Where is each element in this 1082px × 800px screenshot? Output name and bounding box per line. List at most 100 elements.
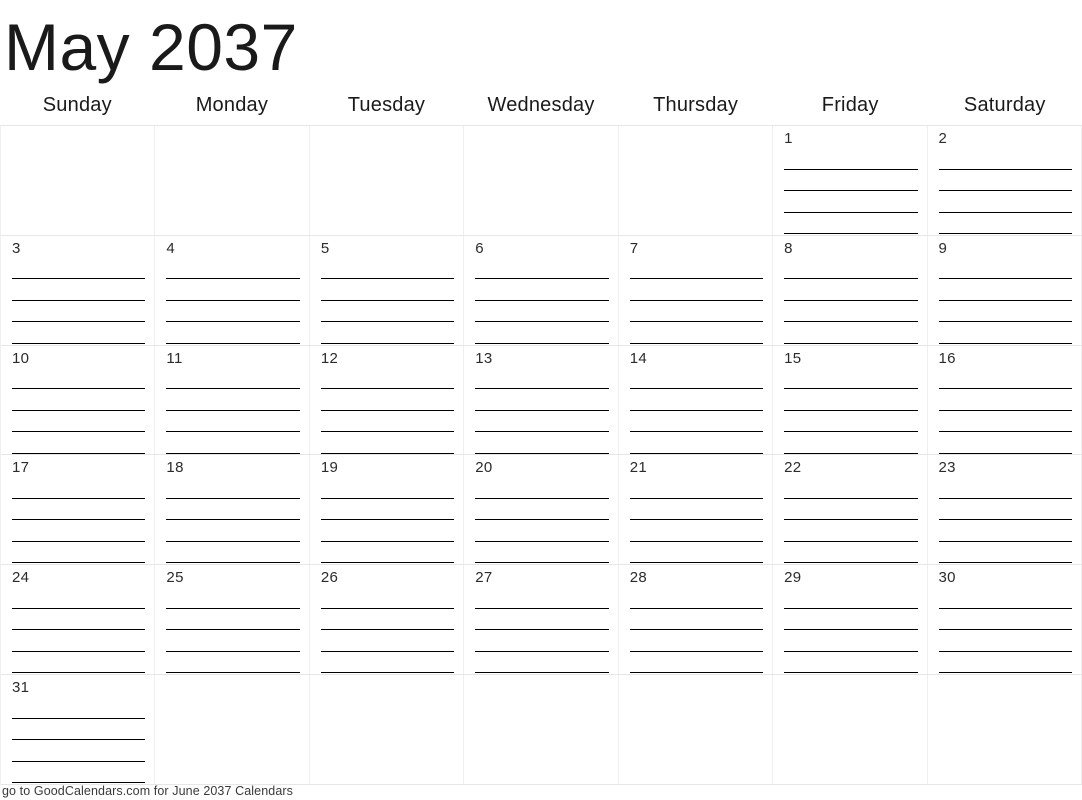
note-line[interactable] [784, 191, 918, 213]
note-line[interactable] [784, 258, 918, 280]
note-line[interactable] [166, 389, 300, 411]
day-cell[interactable]: 7 [618, 235, 774, 345]
day-cell[interactable]: 15 [773, 345, 928, 455]
note-line[interactable] [475, 652, 609, 674]
note-line[interactable] [629, 301, 764, 323]
note-line[interactable] [629, 389, 764, 411]
day-cell[interactable]: 1 [773, 126, 928, 235]
note-line[interactable] [12, 740, 146, 762]
note-line[interactable] [166, 587, 300, 609]
note-line[interactable] [166, 322, 300, 344]
note-line[interactable] [784, 301, 918, 323]
note-line[interactable] [475, 520, 609, 542]
note-line[interactable] [784, 148, 918, 170]
note-line[interactable] [12, 477, 146, 499]
note-line[interactable] [12, 652, 146, 674]
day-cell[interactable]: 27 [464, 565, 619, 675]
note-line[interactable] [12, 411, 146, 433]
note-line[interactable] [475, 301, 609, 323]
note-line[interactable] [166, 499, 300, 521]
day-cell-empty[interactable] [155, 126, 310, 235]
day-cell[interactable]: 8 [773, 235, 928, 345]
note-line[interactable] [166, 279, 300, 301]
note-line[interactable] [784, 542, 918, 564]
day-cell[interactable]: 11 [155, 345, 310, 455]
note-line[interactable] [320, 587, 455, 609]
note-line[interactable] [629, 542, 764, 564]
day-cell[interactable]: 12 [309, 345, 465, 455]
note-line[interactable] [12, 762, 146, 784]
note-line[interactable] [784, 499, 918, 521]
day-cell[interactable]: 13 [464, 345, 619, 455]
day-cell[interactable]: 29 [773, 565, 928, 675]
note-line[interactable] [629, 279, 764, 301]
note-line[interactable] [475, 609, 609, 631]
note-line[interactable] [320, 389, 455, 411]
note-line[interactable] [938, 389, 1072, 411]
note-line[interactable] [320, 411, 455, 433]
note-line[interactable] [320, 652, 455, 674]
note-line[interactable] [166, 258, 300, 280]
day-cell[interactable]: 16 [927, 345, 1082, 455]
day-cell-empty[interactable] [1, 126, 156, 235]
note-line[interactable] [166, 301, 300, 323]
note-line[interactable] [12, 697, 146, 719]
day-cell-empty[interactable] [464, 675, 619, 784]
note-line[interactable] [166, 630, 300, 652]
note-line[interactable] [12, 389, 146, 411]
note-line[interactable] [938, 322, 1072, 344]
day-cell[interactable]: 3 [1, 235, 156, 345]
note-line[interactable] [938, 630, 1072, 652]
day-cell[interactable]: 30 [927, 565, 1082, 675]
note-line[interactable] [320, 322, 455, 344]
note-line[interactable] [938, 587, 1072, 609]
note-line[interactable] [629, 258, 764, 280]
note-line[interactable] [784, 322, 918, 344]
note-line[interactable] [629, 609, 764, 631]
note-line[interactable] [938, 432, 1072, 454]
note-line[interactable] [629, 499, 764, 521]
note-line[interactable] [475, 432, 609, 454]
note-line[interactable] [629, 368, 764, 390]
note-line[interactable] [12, 630, 146, 652]
day-cell-empty[interactable] [618, 675, 774, 784]
note-line[interactable] [938, 213, 1072, 234]
day-cell-empty[interactable] [309, 126, 465, 235]
day-cell[interactable]: 21 [618, 455, 774, 565]
note-line[interactable] [320, 368, 455, 390]
day-cell-empty[interactable] [927, 675, 1082, 784]
note-line[interactable] [938, 542, 1072, 564]
note-line[interactable] [784, 170, 918, 191]
day-cell-empty[interactable] [773, 675, 928, 784]
note-line[interactable] [12, 609, 146, 631]
day-cell-empty[interactable] [464, 126, 619, 235]
note-line[interactable] [629, 411, 764, 433]
day-cell[interactable]: 26 [309, 565, 465, 675]
day-cell[interactable]: 18 [155, 455, 310, 565]
note-line[interactable] [166, 542, 300, 564]
note-line[interactable] [12, 542, 146, 564]
note-line[interactable] [166, 477, 300, 499]
note-line[interactable] [784, 652, 918, 674]
note-line[interactable] [938, 609, 1072, 631]
note-line[interactable] [12, 432, 146, 454]
day-cell[interactable]: 17 [1, 455, 156, 565]
note-line[interactable] [166, 520, 300, 542]
note-line[interactable] [629, 322, 764, 344]
note-line[interactable] [12, 719, 146, 741]
note-line[interactable] [784, 432, 918, 454]
note-line[interactable] [475, 322, 609, 344]
note-line[interactable] [320, 301, 455, 323]
note-line[interactable] [320, 258, 455, 280]
note-line[interactable] [12, 587, 146, 609]
note-line[interactable] [475, 368, 609, 390]
note-line[interactable] [938, 411, 1072, 433]
note-line[interactable] [320, 432, 455, 454]
note-line[interactable] [938, 477, 1072, 499]
day-cell[interactable]: 23 [927, 455, 1082, 565]
note-line[interactable] [784, 520, 918, 542]
note-line[interactable] [784, 609, 918, 631]
note-line[interactable] [784, 279, 918, 301]
day-cell[interactable]: 6 [464, 235, 619, 345]
day-cell[interactable]: 14 [618, 345, 774, 455]
